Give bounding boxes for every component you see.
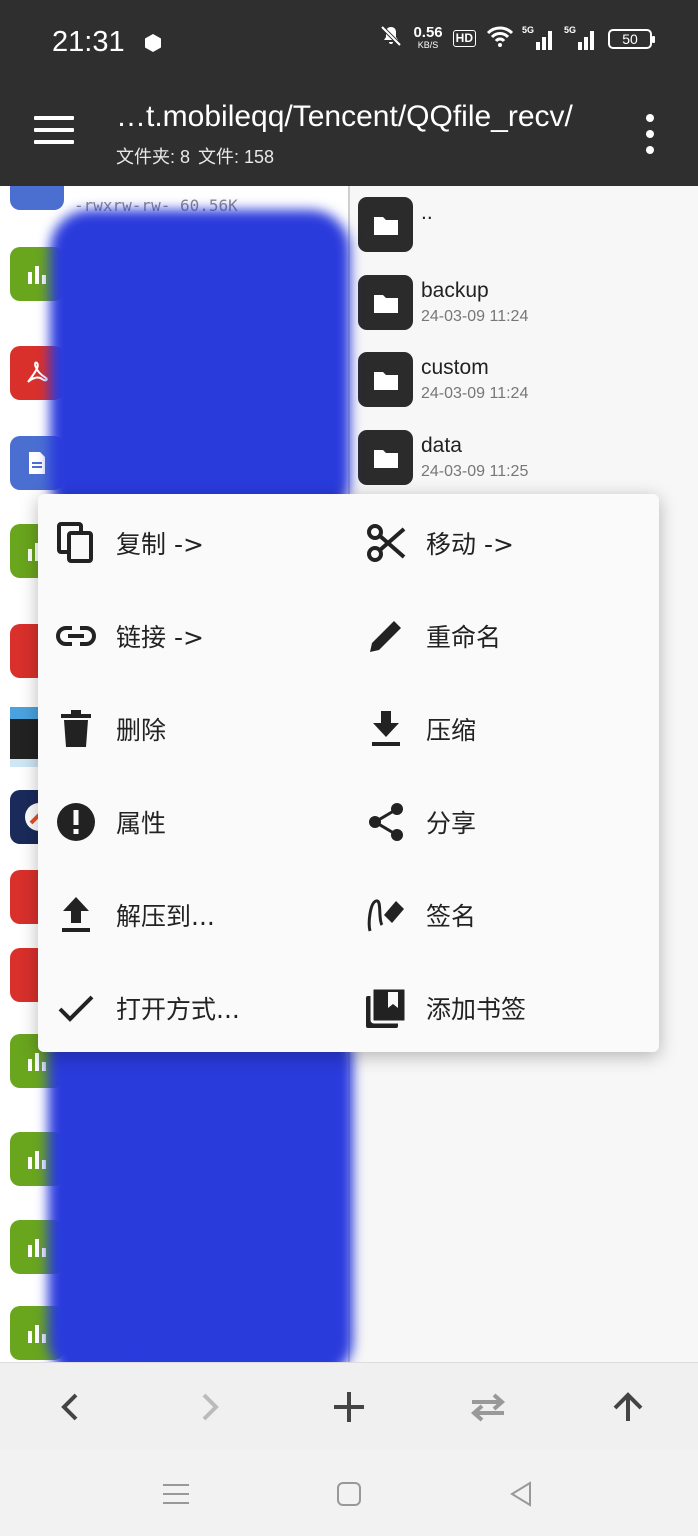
list-item[interactable]: -rwxrw-rw- 60.56K [10, 186, 340, 215]
status-bar: 21:31 0.56 KB/S HD 5G 5G 50 [0, 0, 698, 86]
forward-arrow-icon[interactable] [188, 1385, 232, 1429]
scissors-icon [366, 523, 406, 563]
menu-label: 重命名 [426, 622, 502, 652]
menu-label: 签名 [426, 901, 477, 931]
recent-apps-icon[interactable] [158, 1478, 194, 1510]
menu-label: 分享 [426, 808, 477, 838]
current-path: …t.mobileqq/Tencent/QQfile_recv/ [116, 100, 573, 133]
menu-label: 移动 -> [426, 529, 514, 559]
menu-item-delete[interactable]: 删除 [38, 682, 338, 775]
hd-badge: HD [452, 30, 476, 47]
menu-label: 添加书签 [426, 994, 527, 1024]
menu-item-rename[interactable]: 重命名 [348, 589, 648, 682]
menu-item-open-with[interactable]: 打开方式... [38, 961, 338, 1054]
battery-icon: 50 [608, 28, 655, 49]
bottom-toolbar [0, 1362, 698, 1450]
menu-item-bookmark[interactable]: 添加书签 [348, 961, 648, 1054]
folder-name: custom [421, 356, 489, 379]
download-icon [366, 709, 406, 749]
swap-icon[interactable] [466, 1385, 510, 1429]
menu-item-extract[interactable]: 解压到... [38, 868, 338, 961]
copy-icon [56, 521, 96, 563]
mute-icon [379, 24, 403, 53]
menu-item-properties[interactable]: 属性 [38, 775, 338, 868]
alert-circle-icon [56, 802, 96, 842]
pencil-icon [366, 616, 406, 656]
battery-level: 50 [622, 30, 638, 47]
menu-label: 打开方式... [116, 994, 240, 1024]
menu-item-share[interactable]: 分享 [348, 775, 648, 868]
home-icon[interactable] [331, 1478, 367, 1510]
folder-icon [358, 197, 413, 252]
menu-label: 属性 [116, 808, 167, 838]
document-file-icon [10, 186, 64, 210]
up-arrow-icon[interactable] [606, 1385, 650, 1429]
context-menu: 复制 -> 移动 -> 链接 -> 重命名 删除 压缩 属性 分享 解压到...… [38, 494, 659, 1052]
plus-icon[interactable] [327, 1385, 371, 1429]
menu-item-move[interactable]: 移动 -> [348, 496, 648, 589]
menu-item-sign[interactable]: 签名 [348, 868, 648, 961]
signal-5g-icon: 5G [522, 25, 556, 50]
folder-name: backup [421, 279, 489, 302]
clock: 21:31 [52, 26, 125, 58]
file-count: 文件: 158 [198, 147, 275, 167]
bookmark-icon [366, 987, 406, 1028]
menu-label: 删除 [116, 715, 167, 745]
folder-item-parent[interactable]: .. [358, 197, 688, 257]
menu-item-link[interactable]: 链接 -> [38, 589, 338, 682]
wifi-icon [486, 25, 514, 52]
redaction-scribble [50, 210, 350, 520]
menu-label: 压缩 [426, 715, 477, 745]
hamburger-menu-icon[interactable] [34, 116, 74, 146]
check-icon [56, 988, 96, 1028]
folder-date: 24-03-09 11:25 [421, 463, 529, 480]
menu-item-compress[interactable]: 压缩 [348, 682, 648, 775]
folder-item-data[interactable]: data 24-03-09 11:25 [358, 430, 688, 490]
folder-icon [358, 275, 413, 330]
folder-name: data [421, 434, 462, 457]
folder-item-backup[interactable]: backup 24-03-09 11:24 [358, 275, 688, 335]
system-back-icon[interactable] [503, 1478, 539, 1510]
folder-icon [358, 430, 413, 485]
redaction-scribble [48, 1020, 353, 1380]
net-speed: 0.56 KB/S [413, 23, 443, 50]
app-notification-icon [143, 33, 163, 58]
folder-count: 文件夹: 8 [116, 147, 191, 167]
signal-5g-icon: 5G [564, 25, 598, 50]
app-bar: …t.mobileqq/Tencent/QQfile_recv/ 文件夹: 8文… [0, 86, 698, 186]
menu-item-copy[interactable]: 复制 -> [38, 496, 338, 589]
trash-icon [56, 709, 96, 749]
link-icon [56, 616, 96, 656]
folder-name: .. [421, 201, 433, 224]
system-nav-bar [0, 1450, 698, 1536]
folder-file-counts: 文件夹: 8 文件: 158 [116, 143, 274, 169]
folder-item-custom[interactable]: custom 24-03-09 11:24 [358, 352, 688, 412]
folder-date: 24-03-09 11:24 [421, 308, 529, 325]
menu-label: 解压到... [116, 901, 215, 931]
menu-label: 链接 -> [116, 622, 204, 652]
back-arrow-icon[interactable] [48, 1385, 92, 1429]
share-icon [366, 802, 406, 842]
signature-icon [366, 895, 406, 935]
menu-label: 复制 -> [116, 529, 204, 559]
folder-icon [358, 352, 413, 407]
folder-date: 24-03-09 11:24 [421, 385, 529, 402]
upload-icon [56, 895, 96, 935]
overflow-menu-icon[interactable] [640, 114, 660, 154]
